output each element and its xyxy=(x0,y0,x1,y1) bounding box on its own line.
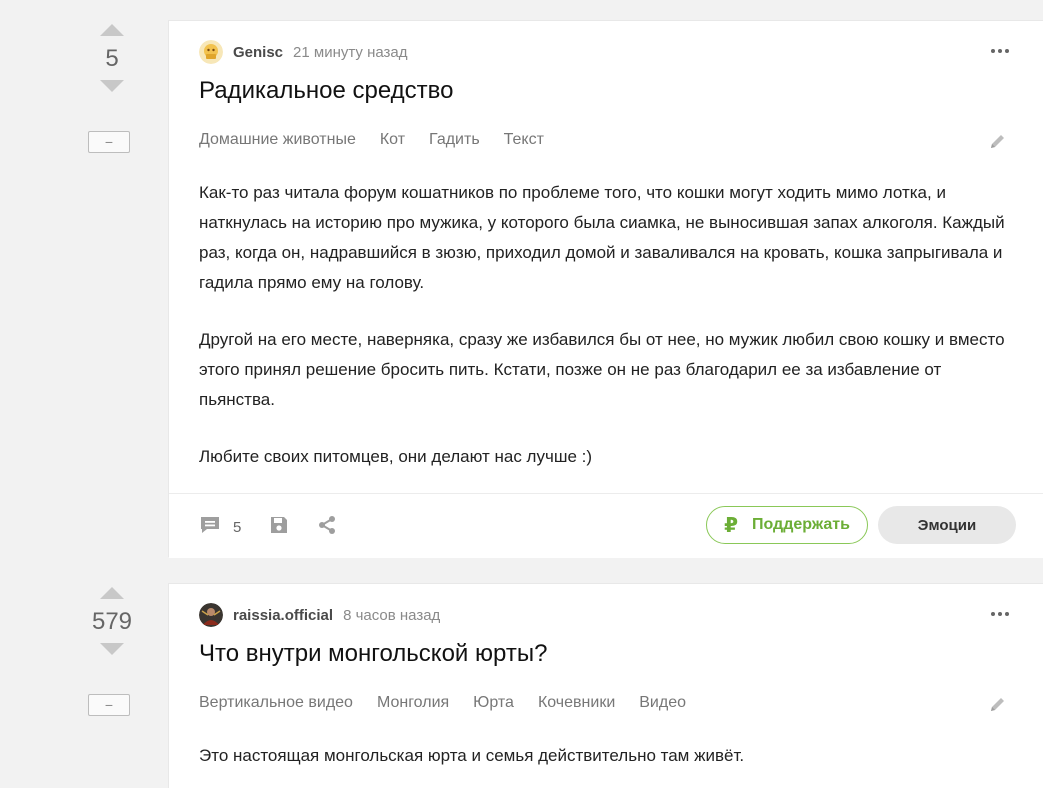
more-options-icon[interactable] xyxy=(991,49,1009,53)
support-label: Поддержать xyxy=(751,516,850,533)
share-icon xyxy=(317,515,337,540)
rating-block: 5 xyxy=(80,24,144,92)
paragraph: Другой на его месте, наверняка, сразу же… xyxy=(199,330,1005,409)
author-name[interactable]: Genisc xyxy=(233,44,283,61)
avatar[interactable] xyxy=(199,40,223,64)
emotions-button[interactable]: Эмоции xyxy=(878,506,1016,544)
post-footer: 5 ₽ Поддержать Эмоции xyxy=(169,493,1043,558)
pencil-icon[interactable] xyxy=(989,695,1007,718)
tag[interactable]: Видео xyxy=(639,694,686,712)
comments-button[interactable]: 5 xyxy=(199,515,241,540)
post-header: raissia.official 8 часов назад xyxy=(199,602,440,628)
support-button[interactable]: ₽ Поддержать xyxy=(706,506,868,544)
feed: 5 − Genisc 21 минуту назад Радикальное с… xyxy=(0,0,1043,788)
tag-list: Домашние животные Кот Гадить Текст xyxy=(199,131,544,149)
rating-block: 579 xyxy=(80,587,144,655)
paragraph: Как-то раз читала форум кошатников по пр… xyxy=(199,183,1005,292)
save-button[interactable] xyxy=(269,515,289,540)
vote-down-icon[interactable] xyxy=(100,80,124,92)
tag[interactable]: Гадить xyxy=(429,131,480,149)
floppy-disk-icon xyxy=(269,515,289,540)
pencil-icon[interactable] xyxy=(989,132,1007,155)
comment-icon xyxy=(199,515,221,540)
paragraph: Это настоящая монгольская юрта и семья д… xyxy=(199,746,745,765)
tag-list: Вертикальное видео Монголия Юрта Кочевни… xyxy=(199,694,686,712)
post-header: Genisc 21 минуту назад xyxy=(199,39,408,65)
more-options-icon[interactable] xyxy=(991,612,1009,616)
post-content: Как-то раз читала форум кошатников по пр… xyxy=(199,178,1019,499)
tag[interactable]: Текст xyxy=(504,131,544,149)
post-content: Это настоящая монгольская юрта и семья д… xyxy=(199,741,1019,788)
post-card: raissia.official 8 часов назад Что внутр… xyxy=(168,583,1043,788)
share-button[interactable] xyxy=(317,515,337,540)
vote-up-icon[interactable] xyxy=(100,587,124,599)
post-time: 8 часов назад xyxy=(343,606,441,624)
collapse-button[interactable]: − xyxy=(88,131,130,153)
author-name[interactable]: raissia.official xyxy=(233,607,333,624)
tag[interactable]: Кот xyxy=(380,131,405,149)
rating-score: 579 xyxy=(91,608,133,635)
tag[interactable]: Юрта xyxy=(473,694,514,712)
post-title[interactable]: Что внутри монгольской юрты? xyxy=(199,640,547,668)
vote-down-icon[interactable] xyxy=(100,643,124,655)
comments-count: 5 xyxy=(233,519,242,536)
ruble-icon: ₽ xyxy=(724,514,738,537)
vote-up-icon[interactable] xyxy=(100,24,124,36)
post-card: Genisc 21 минуту назад Радикальное средс… xyxy=(168,20,1043,558)
tag[interactable]: Монголия xyxy=(377,694,449,712)
collapse-button[interactable]: − xyxy=(88,694,130,716)
tag[interactable]: Вертикальное видео xyxy=(199,694,353,712)
post-time: 21 минуту назад xyxy=(293,43,408,61)
paragraph: Любите своих питомцев, они делают нас лу… xyxy=(199,447,593,466)
rating-score: 5 xyxy=(105,45,119,72)
tag[interactable]: Кочевники xyxy=(538,694,615,712)
avatar[interactable] xyxy=(199,603,223,627)
tag[interactable]: Домашние животные xyxy=(199,131,356,149)
post-title[interactable]: Радикальное средство xyxy=(199,77,453,105)
